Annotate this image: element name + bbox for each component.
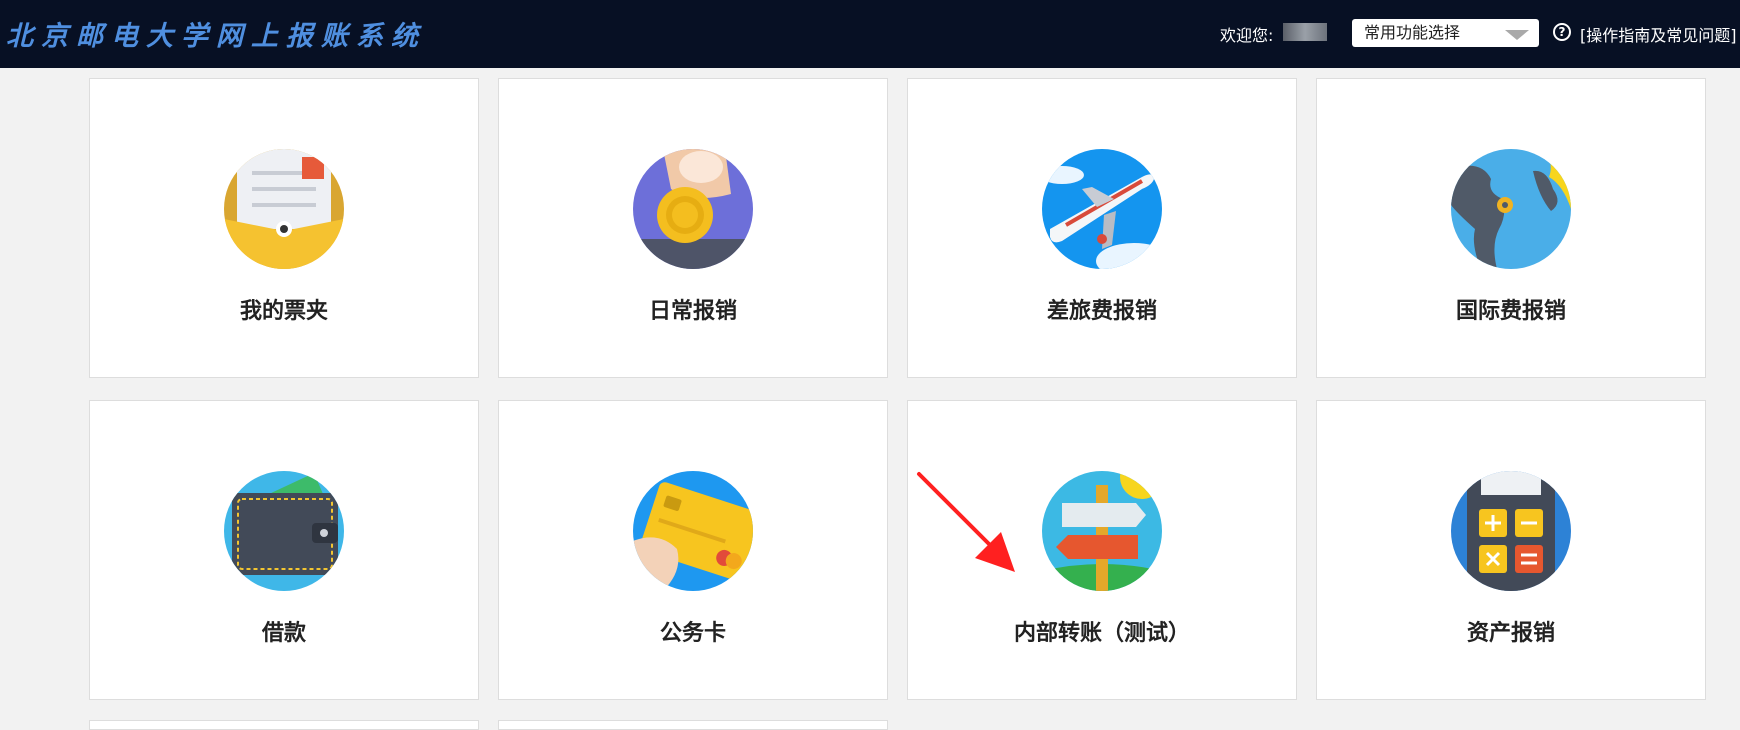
- help-link[interactable]: [操作指南及常见问题]: [1580, 22, 1737, 46]
- function-select[interactable]: 常用功能选择: [1352, 19, 1539, 47]
- credit-card-icon: [633, 471, 753, 591]
- card-label: 国际费报销: [1455, 299, 1566, 324]
- airplane-icon: [1042, 149, 1162, 269]
- card-label: 内部转账（测试）: [1013, 621, 1190, 646]
- signpost-icon: [1042, 471, 1162, 591]
- card-my-tickets[interactable]: 我的票夹: [89, 78, 479, 378]
- card-label: 日常报销: [648, 299, 737, 324]
- chevron-down-icon[interactable]: [1505, 30, 1529, 40]
- globe-icon: [1451, 149, 1571, 269]
- card-international-reimbursement[interactable]: 国际费报销: [1316, 78, 1706, 378]
- card-label: 差旅费报销: [1046, 299, 1157, 324]
- card-label: 我的票夹: [239, 299, 328, 324]
- function-select-value: 常用功能选择: [1364, 23, 1461, 42]
- card-partial: [89, 720, 479, 730]
- card-daily-reimbursement[interactable]: 日常报销: [498, 78, 888, 378]
- welcome-text: 欢迎您:: [1220, 26, 1274, 45]
- coin-icon: [633, 149, 753, 269]
- system-title: 北京邮电大学网上报账系统: [6, 21, 426, 52]
- wallet-icon: [224, 471, 344, 591]
- card-label: 公务卡: [659, 621, 726, 646]
- card-partial: [498, 720, 888, 730]
- ticket-folder-icon: [224, 149, 344, 269]
- card-loan[interactable]: 借款: [89, 400, 479, 700]
- card-label: 资产报销: [1466, 621, 1555, 646]
- calculator-icon: [1451, 471, 1571, 591]
- top-bar: 北京邮电大学网上报账系统 欢迎您: 常用功能选择 ? [操作指南及常见问题]: [0, 0, 1740, 68]
- card-asset-reimbursement[interactable]: 资产报销: [1316, 400, 1706, 700]
- help-icon[interactable]: ?: [1553, 23, 1571, 41]
- username-redacted: [1283, 23, 1327, 41]
- card-official-card[interactable]: 公务卡: [498, 400, 888, 700]
- card-travel-reimbursement[interactable]: 差旅费报销: [907, 78, 1297, 378]
- card-label: 借款: [261, 621, 306, 646]
- annotation-arrow: [917, 472, 1015, 572]
